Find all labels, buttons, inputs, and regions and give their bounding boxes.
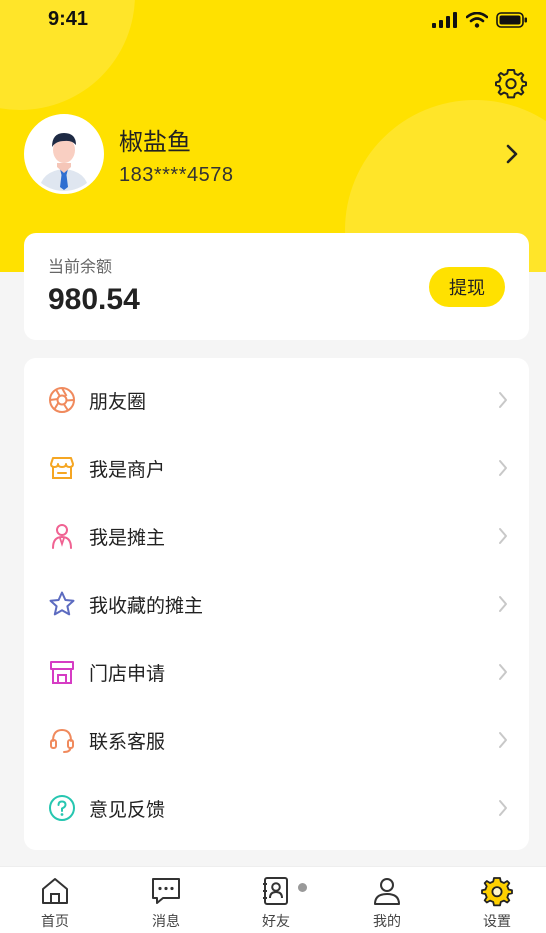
menu-item-vendor[interactable]: 我是摊主 <box>24 502 529 570</box>
wifi-icon <box>466 12 488 28</box>
chevron-right-icon <box>499 460 507 476</box>
tab-friends[interactable]: 好友 <box>221 867 331 933</box>
menu-item-store-application[interactable]: 门店申请 <box>24 638 529 706</box>
settings-button[interactable] <box>494 66 528 100</box>
menu-label: 我是商户 <box>89 458 166 481</box>
chevron-right-icon <box>499 732 507 748</box>
tab-label: 消息 <box>152 914 180 930</box>
tab-bar: 首页 消息 好友 我的 设置 <box>0 866 546 933</box>
headset-icon <box>48 726 76 754</box>
question-icon <box>48 794 76 822</box>
chevron-right-icon <box>499 800 507 816</box>
user-name: 椒盐鱼 <box>119 128 191 156</box>
avatar[interactable] <box>24 114 104 194</box>
store-icon <box>48 454 76 482</box>
chevron-right-icon <box>499 528 507 544</box>
shop-icon <box>48 658 76 686</box>
avatar-image <box>27 117 101 191</box>
user-phone: 183****4578 <box>119 164 234 186</box>
menu-label: 朋友圈 <box>89 390 147 413</box>
battery-icon <box>496 12 527 28</box>
menu-label: 门店申请 <box>89 662 166 685</box>
menu-item-moments[interactable]: 朋友圈 <box>24 366 529 434</box>
menu-label: 意见反馈 <box>89 798 166 821</box>
tab-home[interactable]: 首页 <box>0 867 110 933</box>
balance-label: 当前余额 <box>48 257 113 276</box>
tab-label: 我的 <box>373 914 401 930</box>
aperture-icon <box>48 386 76 414</box>
signal-icon <box>432 12 457 28</box>
chevron-right-icon[interactable] <box>504 142 520 166</box>
menu-item-customer-service[interactable]: 联系客服 <box>24 706 529 774</box>
tab-mine[interactable]: 我的 <box>332 867 442 933</box>
gear-icon <box>481 875 513 907</box>
tab-label: 首页 <box>41 914 69 930</box>
menu-label: 我收藏的摊主 <box>89 594 204 617</box>
tab-messages[interactable]: 消息 <box>111 867 221 933</box>
tab-label: 好友 <box>262 914 290 930</box>
message-icon <box>150 875 182 907</box>
status-icons <box>432 12 528 28</box>
home-icon <box>39 875 71 907</box>
chevron-right-icon <box>499 596 507 612</box>
star-icon <box>48 590 76 618</box>
user-icon <box>371 875 403 907</box>
chevron-right-icon <box>499 392 507 408</box>
menu-label: 联系客服 <box>89 730 166 753</box>
balance-value: 980.54 <box>48 283 140 316</box>
withdraw-button[interactable]: 提现 <box>429 267 505 307</box>
person-icon <box>48 522 76 550</box>
chevron-right-icon <box>499 664 507 680</box>
menu-item-feedback[interactable]: 意见反馈 <box>24 774 529 842</box>
menu-list: 朋友圈 我是商户 我是摊主 我收藏的摊主 门店申请 联系客服 意见反馈 <box>24 358 529 850</box>
menu-item-favorite-vendors[interactable]: 我收藏的摊主 <box>24 570 529 638</box>
profile-section[interactable]: 椒盐鱼 183****4578 <box>24 114 530 194</box>
menu-item-merchant[interactable]: 我是商户 <box>24 434 529 502</box>
gear-icon <box>495 69 527 99</box>
tab-settings[interactable]: 设置 <box>442 867 546 933</box>
status-bar: 9:41 <box>0 0 546 44</box>
tab-label: 设置 <box>483 914 511 930</box>
menu-label: 我是摊主 <box>89 526 166 549</box>
contacts-icon <box>260 875 292 907</box>
balance-card: 当前余额 980.54 提现 <box>24 233 529 340</box>
status-time: 9:41 <box>48 8 89 30</box>
notification-dot <box>298 883 307 892</box>
